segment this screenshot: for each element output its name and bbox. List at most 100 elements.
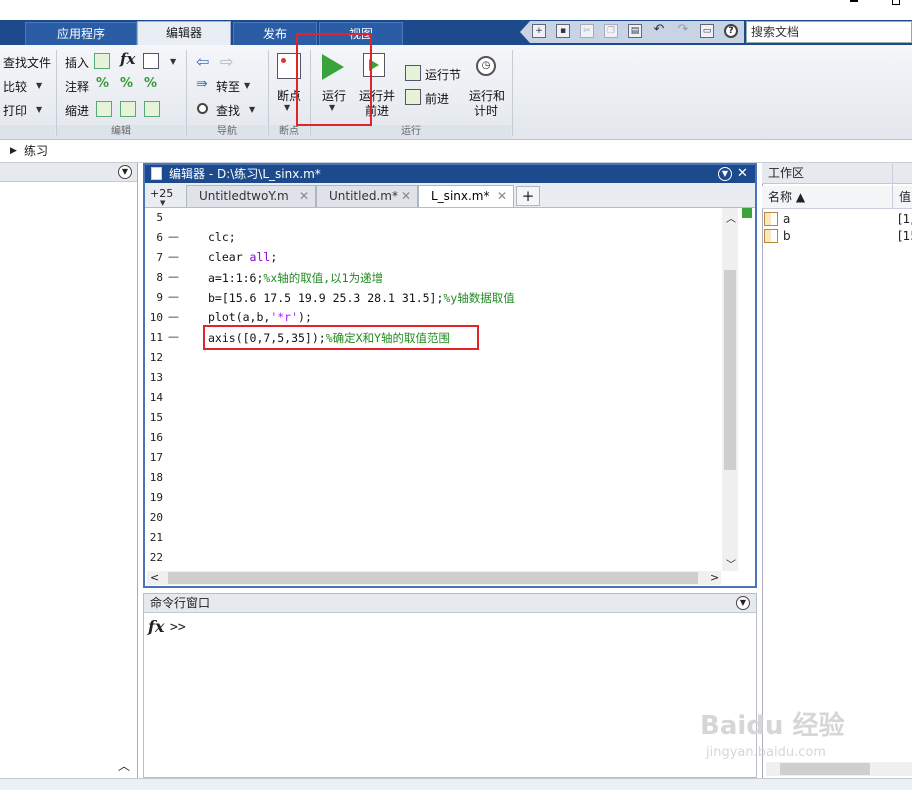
command-window-menu-icon[interactable]: ▼	[736, 596, 750, 610]
insert-code-icon[interactable]	[143, 53, 159, 69]
function-browser-icon[interactable]: fx	[148, 617, 164, 636]
redo-icon[interactable]: ↷	[676, 23, 690, 38]
horizontal-scroll-thumb[interactable]	[168, 572, 698, 584]
workspace-horizontal-scrollbar[interactable]	[766, 762, 912, 776]
close-editor-icon[interactable]: ✕	[737, 165, 748, 183]
run-section-icon[interactable]	[405, 65, 421, 81]
var-value: [1,	[898, 212, 912, 226]
increase-indent-icon[interactable]	[120, 101, 136, 117]
smart-indent-icon[interactable]	[96, 101, 112, 117]
close-tab-icon[interactable]: ✕	[401, 186, 411, 206]
command-prompt[interactable]: >>	[170, 620, 186, 635]
insert-dropdown-icon[interactable]: ▼	[170, 57, 176, 66]
search-documentation-input[interactable]: 搜索文档	[746, 21, 912, 43]
copy-icon[interactable]: ❐	[604, 24, 618, 38]
line-number: 21	[149, 531, 163, 544]
workspace-var-row[interactable]: a [1,	[762, 212, 912, 228]
code-line[interactable]: clear all;	[208, 250, 277, 264]
line-number: 11	[149, 331, 163, 344]
code-line[interactable]: b=[15.6 17.5 19.9 25.3 28.1 31.5];%y轴数据取…	[208, 290, 515, 306]
tab-untitledtwoy[interactable]: UntitledtwoY.m ✕	[186, 185, 316, 207]
scroll-right-icon[interactable]: >	[710, 571, 719, 584]
save-icon[interactable]: ▪	[556, 24, 570, 38]
close-tab-icon[interactable]: ✕	[497, 186, 507, 206]
tab-apps[interactable]: 应用程序	[25, 22, 137, 45]
insert-section-icon[interactable]	[94, 53, 110, 69]
run-and-time-stopwatch-icon[interactable]: ◷	[476, 56, 496, 76]
editor-title: 编辑器 - D:\练习\L_sinx.m*	[169, 167, 321, 181]
tab-l-sinx[interactable]: L_sinx.m* ✕	[418, 185, 514, 207]
vertical-scroll-thumb[interactable]	[724, 270, 736, 470]
indent-button[interactable]: 缩进	[65, 102, 89, 119]
more-tabs-dropdown-icon[interactable]: ▼	[160, 199, 165, 207]
code-line[interactable]: clc;	[208, 230, 236, 244]
command-window[interactable]	[143, 593, 757, 778]
code-line[interactable]: a=1:1:6;%x轴的取值,以1为递增	[208, 270, 383, 286]
decrease-indent-icon[interactable]	[144, 101, 160, 117]
tab-editor[interactable]: 编辑器	[137, 21, 231, 46]
comment-button[interactable]: 注释	[65, 78, 89, 95]
goto-button[interactable]: 转至	[216, 78, 240, 95]
close-tab-icon[interactable]: ✕	[299, 186, 309, 206]
help-icon[interactable]: ?	[724, 24, 738, 38]
shortcut-icon[interactable]: +	[532, 24, 546, 38]
matrix-icon	[764, 229, 778, 243]
compare-button[interactable]: 比较	[3, 78, 27, 95]
scroll-up-icon[interactable]: ︿	[726, 210, 736, 225]
tab-untitled[interactable]: Untitled.m* ✕	[316, 185, 418, 207]
editor-menu-icon[interactable]: ▼	[718, 167, 732, 181]
scroll-down-icon[interactable]: ﹀	[726, 556, 736, 571]
compare-dropdown-icon[interactable]: ▼	[36, 81, 42, 90]
minimize-icon[interactable]	[850, 0, 858, 2]
scroll-left-icon[interactable]: <	[150, 571, 159, 584]
switch-windows-icon[interactable]: ▭	[700, 24, 714, 38]
print-button[interactable]: 打印	[3, 102, 27, 119]
paste-icon[interactable]: ▤	[628, 24, 642, 38]
print-dropdown-icon[interactable]: ▼	[36, 105, 42, 114]
run-section-button[interactable]: 运行节	[425, 66, 461, 83]
advance-button[interactable]: 前进	[425, 90, 449, 107]
cut-icon[interactable]: ✂	[580, 24, 594, 38]
wrap-comment-icon[interactable]: %	[144, 76, 157, 91]
find-dropdown-icon[interactable]: ▼	[249, 105, 255, 114]
panel-expand-icon[interactable]: ︿	[118, 757, 130, 774]
forward-arrow-icon[interactable]: ⇨	[220, 52, 233, 71]
executable-line-marker[interactable]: —	[168, 250, 179, 263]
code-highlight-box	[203, 325, 479, 350]
executable-line-marker[interactable]: —	[168, 330, 179, 343]
workspace-column-header: 名称 ▲ 值	[762, 164, 912, 209]
code-line[interactable]: plot(a,b,'*r');	[208, 310, 312, 324]
executable-line-marker[interactable]: —	[168, 310, 179, 323]
executable-line-marker[interactable]: —	[168, 290, 179, 303]
find-button[interactable]: 查找	[216, 102, 240, 119]
find-files-button[interactable]: 查找文件	[3, 54, 51, 71]
advance-icon[interactable]	[405, 89, 421, 105]
divider	[512, 50, 513, 136]
insert-button[interactable]: 插入	[65, 54, 89, 71]
workspace-var-row[interactable]: b [15	[762, 229, 912, 245]
restore-icon[interactable]	[892, 0, 900, 5]
breakpoints-dropdown-icon[interactable]: ▼	[284, 103, 290, 112]
executable-line-marker[interactable]: —	[168, 230, 179, 243]
uncomment-percent-icon[interactable]: %	[120, 76, 133, 91]
workspace-scroll-thumb[interactable]	[780, 763, 870, 775]
current-folder-bar[interactable]: ▶ 练习	[0, 140, 912, 163]
executable-line-marker[interactable]: —	[168, 270, 179, 283]
insert-function-icon[interactable]: fx	[120, 50, 135, 68]
current-folder-header: ▼	[0, 163, 137, 182]
code-analyzer-status-icon[interactable]	[742, 208, 752, 218]
panel-menu-icon[interactable]: ▼	[118, 165, 132, 179]
back-arrow-icon[interactable]: ⇦	[196, 52, 209, 71]
line-number: 22	[149, 551, 163, 564]
name-column-header[interactable]: 名称 ▲	[768, 186, 805, 208]
value-column-header[interactable]: 值	[899, 186, 911, 208]
goto-icon[interactable]: ⇛	[196, 76, 208, 92]
breadcrumb-folder[interactable]: 练习	[24, 140, 48, 162]
title-strip	[0, 0, 912, 20]
undo-icon[interactable]: ↶	[652, 23, 666, 38]
comment-percent-icon[interactable]: %	[96, 76, 109, 91]
goto-dropdown-icon[interactable]: ▼	[244, 81, 250, 90]
run-time-line2[interactable]: 计时	[474, 102, 498, 119]
find-magnifier-icon[interactable]	[197, 103, 208, 114]
new-tab-button[interactable]: +	[516, 186, 540, 206]
